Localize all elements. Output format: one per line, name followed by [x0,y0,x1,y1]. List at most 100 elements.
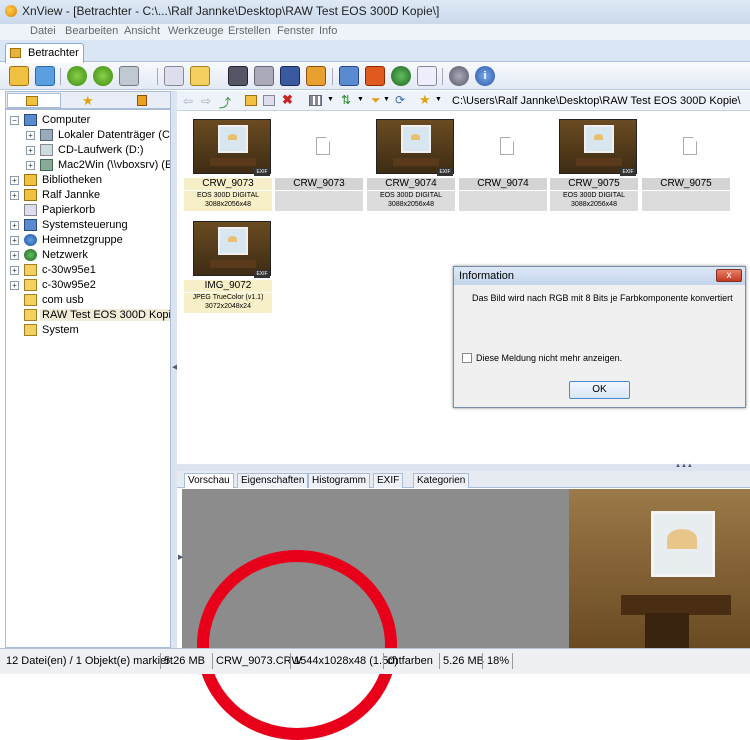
scanner-icon[interactable] [280,66,300,86]
tree-item-heimnetzgruppe[interactable]: + Heimnetzgruppe [6,233,170,248]
tree-item-papierkorb[interactable]: Papierkorb [6,203,170,218]
library-icon [24,174,37,186]
info-icon[interactable]: i [475,66,495,86]
tree-item-ralf-jannke[interactable]: + Ralf Jannke [6,188,170,203]
filter-icon[interactable]: ⏷ [371,93,381,108]
tree-item-systemsteuerung[interactable]: + Systemsteuerung [6,218,170,233]
calculator-icon[interactable] [417,66,437,86]
menu-bearbeiten[interactable]: Bearbeiten [65,25,118,37]
tree-item-bibliotheken[interactable]: + Bibliotheken [6,173,170,188]
new-folder-icon[interactable] [245,95,257,106]
status-file-size: 5.26 MB [443,655,484,667]
photo-thumbnail: EXIF [193,221,271,278]
categories-icon [137,95,147,106]
tab-kategorien[interactable]: Kategorien [413,473,470,488]
folder-icon [24,324,37,336]
drive-icon [40,129,53,141]
forward-arrow-icon[interactable]: ⇨ [201,94,211,108]
tab-exif[interactable]: EXIF [373,473,404,488]
refresh-icon[interactable]: ⟳ [395,93,405,107]
tree-item-computer[interactable]: − Computer [6,113,170,128]
up-folder-icon[interactable]: ⤴ [219,94,231,111]
xnview-app-icon[interactable] [5,5,17,17]
folder-icon[interactable] [190,66,210,86]
menu-info[interactable]: Info [319,25,337,37]
user-folder-icon [24,189,37,201]
computer-icon [24,114,37,126]
tree-item-drive-c[interactable]: + Lokaler Datenträger (C:) [6,128,170,143]
dialog-close-button[interactable]: x [716,269,742,282]
rotate-left-icon[interactable] [67,66,87,86]
convert-icon[interactable] [306,66,326,86]
tab-eigenschaften[interactable]: Eigenschaften [237,473,309,488]
toolbar-separator [332,68,333,85]
sort-icon[interactable]: ⇅ [341,93,351,107]
cd-drive-icon [40,144,53,156]
collapse-icon[interactable]: − [10,116,19,125]
tab-vorschau[interactable]: Vorschau [184,473,234,488]
dialog-title: Information [459,270,515,282]
back-arrow-icon[interactable]: ⇦ [183,94,193,108]
tab-folders[interactable] [7,93,61,108]
expand-icon[interactable]: + [10,176,19,185]
fullscreen-icon[interactable] [35,66,55,86]
red-annotation-circle [197,550,397,740]
preview-image [569,489,750,648]
menu-werkzeuge[interactable]: Werkzeuge [168,25,223,37]
browser-icon[interactable] [9,66,29,86]
chevron-down-icon[interactable]: ▼ [327,96,334,103]
expand-icon[interactable]: + [10,281,19,290]
menu-bar: Datei Bearbeiten Ansicht Werkzeuge Erste… [0,24,750,40]
tree-item-c-30w95e2[interactable]: + c-30w95e2 [6,278,170,293]
open-icon[interactable] [164,66,184,86]
slideshow-icon[interactable] [119,66,139,86]
tree-item-c-30w95e1[interactable]: + c-30w95e1 [6,263,170,278]
dont-show-again-checkbox[interactable] [462,353,472,363]
expand-icon[interactable]: + [10,236,19,245]
expand-icon[interactable]: + [26,131,35,140]
webpage-icon[interactable] [365,66,385,86]
view-mode-icon[interactable] [309,95,322,106]
tree-item-raw-test[interactable]: RAW Test EOS 300D Kopie [6,308,170,323]
expand-icon[interactable]: + [10,221,19,230]
rotate-right-icon[interactable] [93,66,113,86]
expand-icon[interactable]: + [10,191,19,200]
collapse-arrow-icon[interactable]: ▶ [178,553,183,561]
ok-button[interactable]: OK [569,381,630,399]
expand-icon[interactable]: + [10,266,19,275]
status-filename: CRW_9073.CRW [216,655,302,667]
expand-icon[interactable]: + [10,251,19,260]
network-drive-icon [40,159,53,171]
tab-favorites[interactable]: ★ [62,93,116,108]
tree-item-com-usb[interactable]: com usb [6,293,170,308]
find-binoculars-icon[interactable] [228,66,248,86]
expand-icon[interactable]: + [26,161,35,170]
folder-icon [24,279,37,291]
settings-gear-icon[interactable] [449,66,469,86]
chevron-down-icon[interactable]: ▼ [357,96,364,103]
tree-item-system[interactable]: System [6,323,170,338]
copy-icon[interactable] [263,95,275,106]
menu-ansicht[interactable]: Ansicht [124,25,160,37]
globe-icon[interactable] [391,66,411,86]
path-field[interactable]: C:\Users\Ralf Jannke\Desktop\RAW Test EO… [452,95,741,107]
chevron-down-icon[interactable]: ▼ [383,96,390,103]
tree-item-drive-e[interactable]: + Mac2Win (\\vboxsrv) (E:) [6,158,170,173]
tree-item-drive-d[interactable]: + CD-Laufwerk (D:) [6,143,170,158]
collapse-arrow-icon[interactable]: ▲▲▲ [675,463,693,469]
tab-categories[interactable] [117,93,171,108]
favorites-star-icon[interactable]: ★ [419,92,431,108]
capture-icon[interactable] [339,66,359,86]
tab-betrachter[interactable]: Betrachter [5,43,84,63]
expand-icon[interactable]: + [26,146,35,155]
chevron-down-icon[interactable]: ▼ [435,96,442,103]
tab-histogramm[interactable]: Histogramm [308,473,370,488]
dont-show-again-label[interactable]: Diese Meldung nicht mehr anzeigen. [476,353,622,363]
tree-item-netzwerk[interactable]: + Netzwerk [6,248,170,263]
menu-erstellen[interactable]: Erstellen [228,25,271,37]
print-icon[interactable] [254,66,274,86]
menu-datei[interactable]: Datei [30,25,56,37]
horizontal-splitter[interactable]: ▲▲▲ [177,463,750,471]
delete-icon[interactable]: ✖ [282,92,293,108]
menu-fenster[interactable]: Fenster [277,25,314,37]
